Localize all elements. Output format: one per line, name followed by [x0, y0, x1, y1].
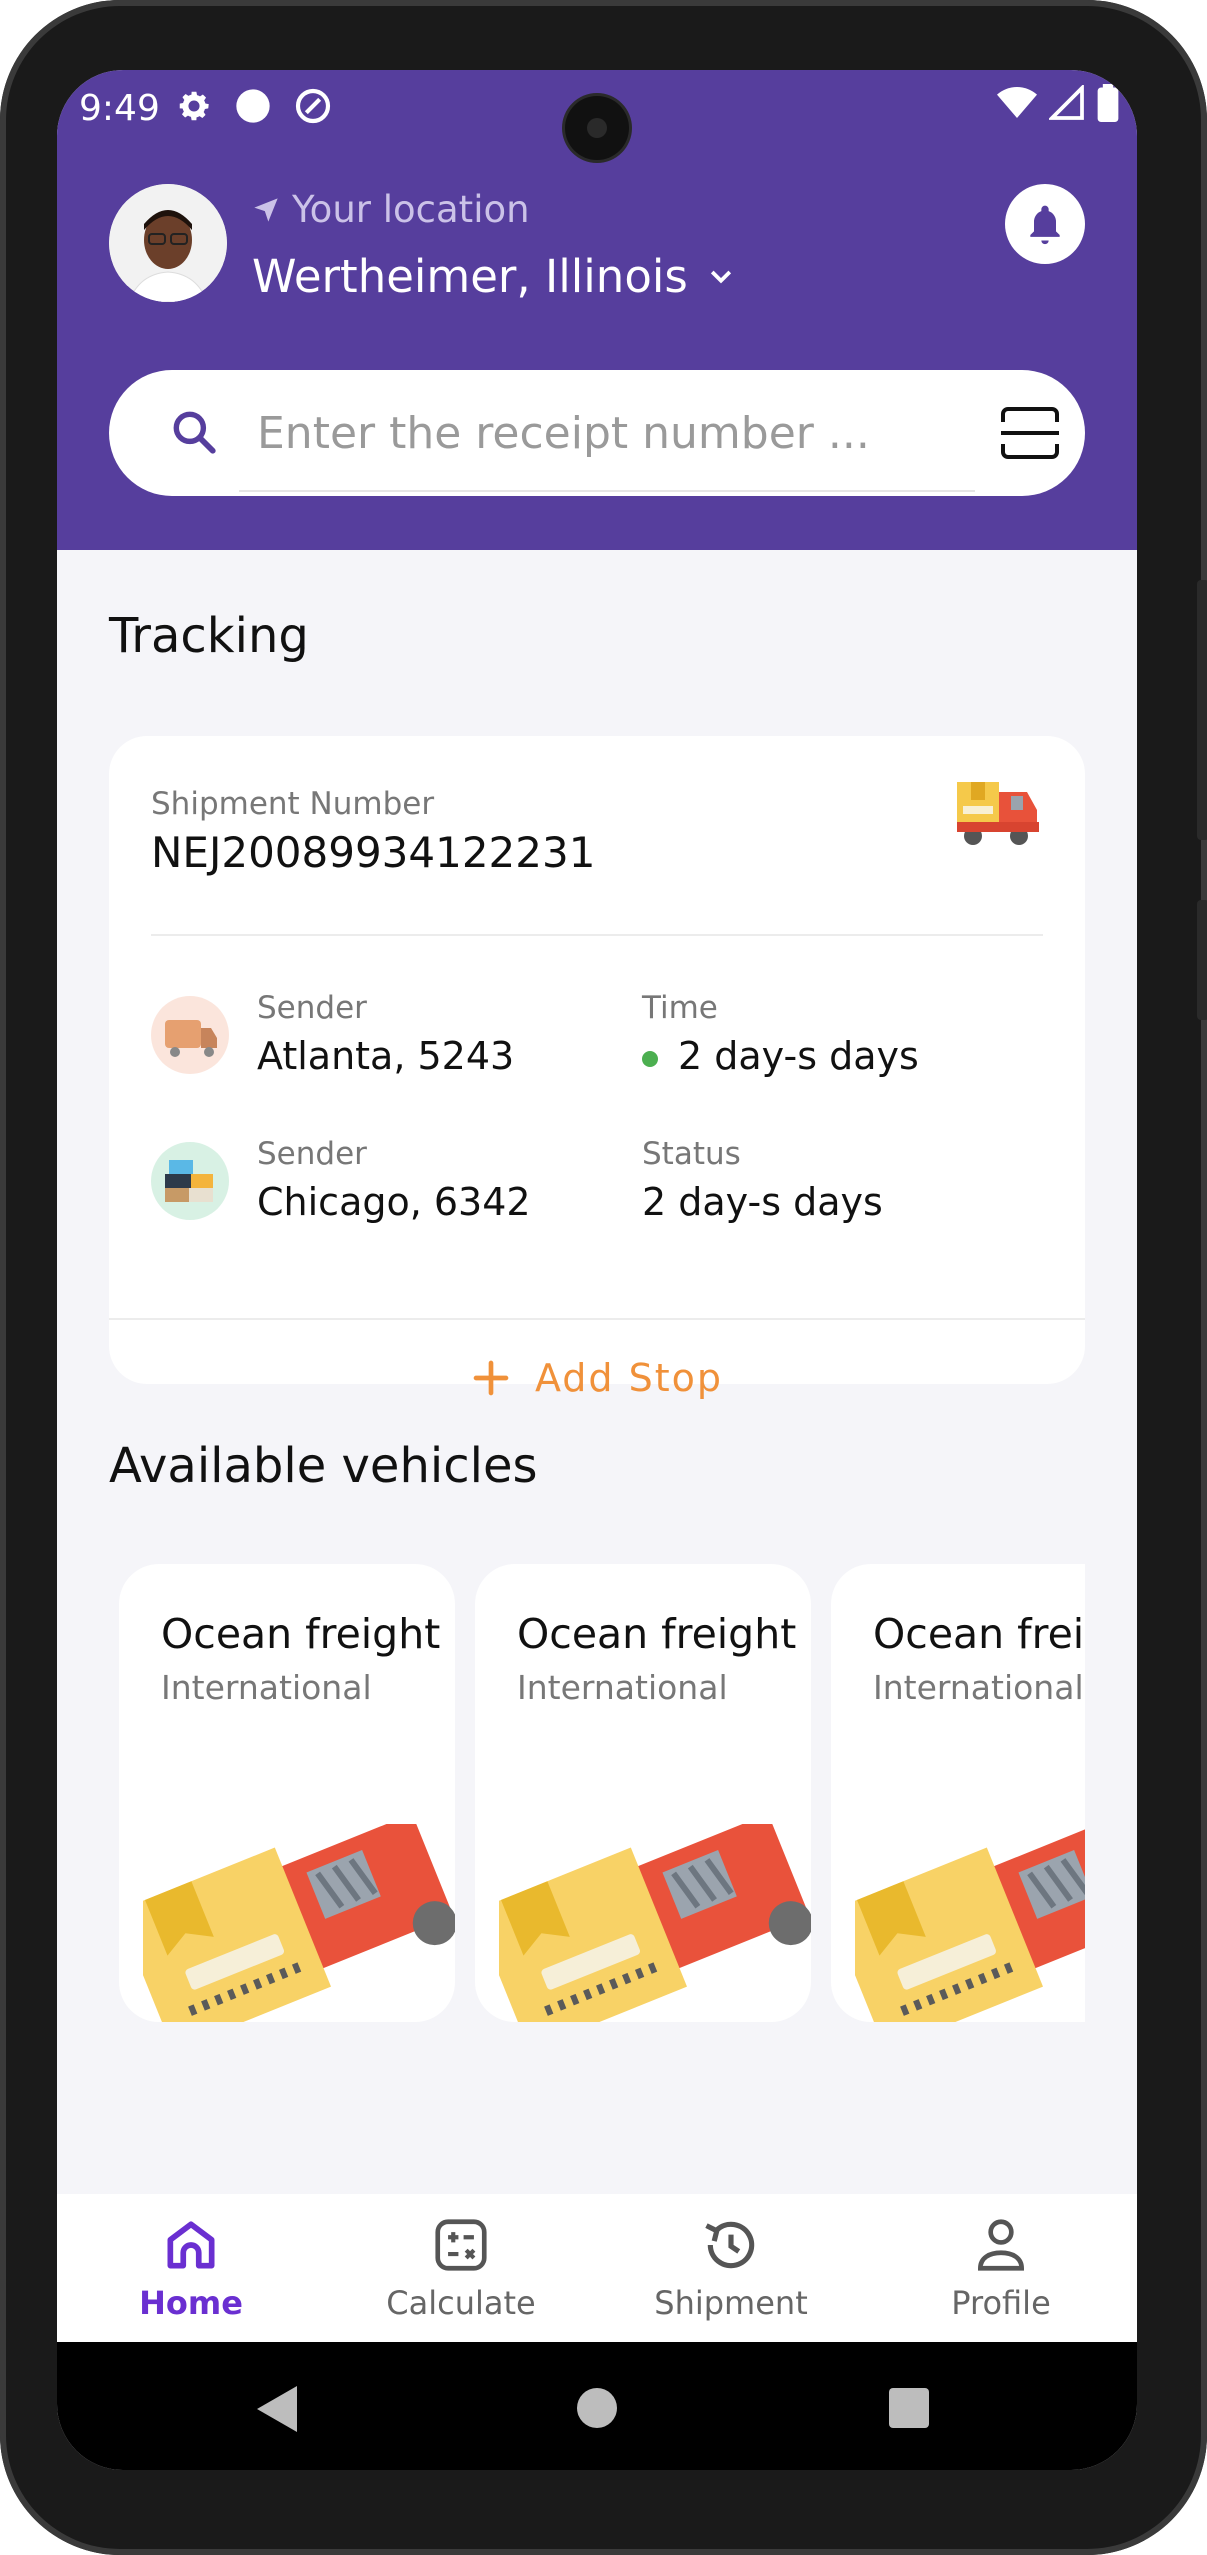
header: 9:49 Your location Wertheimer, Illinois …	[57, 70, 1137, 550]
vehicles-carousel[interactable]: Ocean freight International Ocean freigh…	[109, 1564, 1085, 2024]
shipment-number-label: Shipment Number	[151, 786, 435, 822]
history-icon	[705, 2221, 755, 2269]
location-label: Your location	[252, 188, 530, 231]
add-stop-label: Add Stop	[534, 1356, 724, 1400]
nav-calculate-label: Calculate	[386, 2284, 536, 2322]
location-value: Wertheimer, Illinois	[252, 250, 688, 303]
vehicle-subtitle: International	[517, 1668, 728, 1707]
bell-icon	[1030, 205, 1060, 245]
wifi-icon	[997, 87, 1037, 118]
delivery-truck-icon	[957, 782, 1039, 845]
tracking-title: Tracking	[109, 608, 309, 664]
bottom-navigation: Home Calculate Shipment Profile	[57, 2194, 1137, 2342]
home-icon	[167, 2221, 215, 2269]
receiver-label: Sender	[257, 1136, 367, 1172]
sender-value: Atlanta, 5243	[257, 1034, 515, 1078]
person-icon	[978, 2219, 1024, 2271]
receiver-boxes-icon	[151, 1142, 229, 1220]
power-button	[1197, 900, 1207, 1020]
time-value: 2 day-s days	[642, 1034, 919, 1078]
search-underline	[239, 490, 975, 492]
vehicle-card[interactable]: Ocean freight International	[475, 1564, 811, 2022]
notifications-button[interactable]	[1005, 184, 1085, 264]
status-dot	[642, 1050, 658, 1067]
avatar-photo	[109, 184, 227, 302]
home-circle-icon[interactable]	[577, 2388, 617, 2428]
tracking-card[interactable]: Shipment Number NEJ20089934122231 Sender…	[109, 736, 1085, 1400]
receiver-value: Chicago, 6342	[257, 1180, 531, 1224]
nav-shipment[interactable]: Shipment	[631, 2214, 831, 2322]
vehicle-title: Ocean freight	[873, 1610, 1085, 1658]
avatar[interactable]	[109, 184, 227, 302]
sender-truck-icon	[151, 996, 229, 1074]
vehicle-card[interactable]: Ocean freight International	[119, 1564, 455, 2022]
nav-shipment-label: Shipment	[654, 2284, 808, 2322]
nav-profile[interactable]: Profile	[901, 2214, 1101, 2322]
nav-home-label: Home	[139, 2284, 243, 2322]
data-saver-icon	[295, 88, 331, 124]
plus-icon	[473, 1360, 509, 1396]
status-label: Status	[642, 1136, 741, 1172]
vehicle-title: Ocean freight	[517, 1610, 797, 1658]
vehicle-subtitle: International	[161, 1668, 372, 1707]
truck-illustration	[143, 1824, 455, 2022]
vehicles-title: Available vehicles	[109, 1438, 538, 1494]
nav-calculate[interactable]: Calculate	[361, 2214, 561, 2322]
card-footer-divider	[109, 1318, 1085, 1320]
chevron-down-icon	[710, 270, 731, 283]
search-bar[interactable]: Enter the receipt number ...	[109, 370, 1085, 496]
nav-profile-label: Profile	[951, 2284, 1051, 2322]
location-selector[interactable]: Wertheimer, Illinois	[252, 250, 736, 303]
front-camera	[565, 96, 629, 160]
time-label: Time	[642, 990, 718, 1026]
cell-signal-icon	[1049, 85, 1084, 120]
back-icon[interactable]	[257, 2386, 297, 2432]
status-time: 9:49	[79, 88, 160, 129]
shipment-number: NEJ20089934122231	[151, 828, 596, 877]
calculator-icon	[435, 2219, 487, 2271]
vehicle-card[interactable]: Ocean freight International	[831, 1564, 1085, 2022]
phone-frame: 9:49 Your location Wertheimer, Illinois …	[0, 0, 1207, 2555]
card-divider	[151, 934, 1043, 936]
navigation-arrow-icon	[254, 197, 278, 222]
status-value: 2 day-s days	[642, 1180, 883, 1224]
app-screen: 9:49 Your location Wertheimer, Illinois …	[57, 70, 1137, 2470]
location-label-text: Your location	[292, 188, 530, 231]
volume-button	[1197, 580, 1207, 840]
system-navigation-bar	[57, 2342, 1137, 2470]
vehicle-title: Ocean freight	[161, 1610, 441, 1658]
nav-home[interactable]: Home	[91, 2214, 291, 2322]
recents-icon[interactable]	[889, 2388, 929, 2428]
scan-icon[interactable]	[999, 406, 1061, 460]
battery-icon	[1097, 84, 1119, 122]
truck-illustration	[855, 1824, 1085, 2022]
vehicle-subtitle: International	[873, 1668, 1084, 1707]
truck-illustration	[499, 1824, 811, 2022]
search-input[interactable]: Enter the receipt number ...	[257, 408, 870, 459]
circle-icon	[236, 89, 270, 123]
time-value-text: 2 day-s days	[678, 1034, 919, 1078]
add-stop-button[interactable]: Add Stop	[109, 1356, 1085, 1400]
sender-label: Sender	[257, 990, 367, 1026]
search-icon	[173, 411, 216, 454]
settings-icon	[179, 91, 209, 121]
